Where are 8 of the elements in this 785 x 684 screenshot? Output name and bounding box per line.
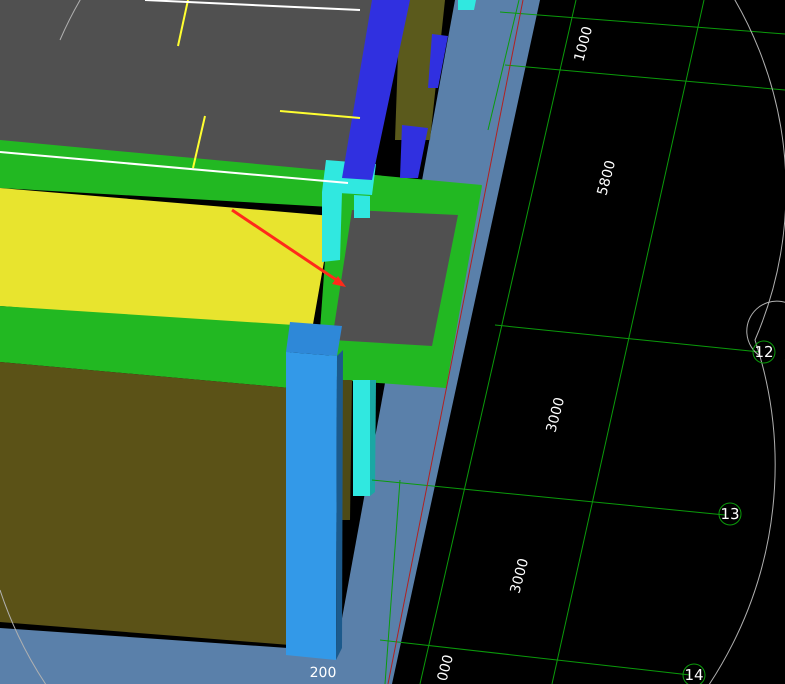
grid-axis-bubble: 13 xyxy=(718,502,742,526)
dimension-label: 000 xyxy=(434,652,458,683)
dimension-label: 200 xyxy=(310,664,336,681)
dimension-label: 3000 xyxy=(544,396,568,434)
dimension-label: 3000 xyxy=(508,556,532,596)
grid-axis-bubble: 14 xyxy=(682,664,706,684)
dimension-label: 5800 xyxy=(594,158,620,198)
dimension-label: 1000 xyxy=(572,24,596,64)
